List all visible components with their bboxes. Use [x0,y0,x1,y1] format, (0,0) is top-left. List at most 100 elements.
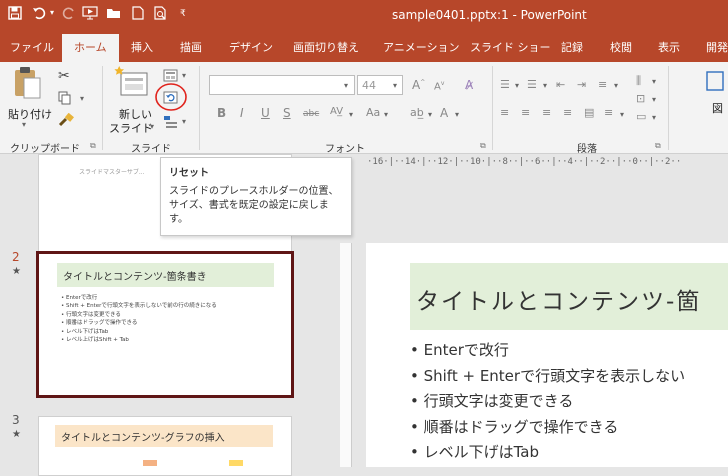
tab-review[interactable]: 校閲 [610,34,632,62]
tooltip-title: リセット [169,168,209,179]
tooltip-body: スライドのプレースホルダーの位置、サイズ、書式を既定の設定に戻します。 [169,186,339,225]
tab-home[interactable]: ホーム [62,34,119,62]
from-beginning-icon[interactable] [82,6,98,24]
tab-transitions[interactable]: 画面切り替え [293,34,359,62]
main-slide[interactable]: タイトルとコンテンツ-箇 • Enterで改行 • Shift + Enterで… [366,243,728,467]
change-case-dropdown-icon[interactable]: ▾ [384,110,388,119]
title-bar: ▾ ₹ sample0401.pptx:1 - PowerPoint [0,0,728,34]
save-icon[interactable] [8,6,22,24]
paste-label[interactable]: 貼り付け [8,106,52,122]
increase-indent-icon[interactable]: ⇥ [577,78,586,91]
main-slide-bullet: • 行頭文字は変更できる [410,392,574,411]
section-dropdown-icon[interactable]: ▾ [182,117,186,126]
main-slide-title-placeholder[interactable]: タイトルとコンテンツ-箇 [410,263,728,330]
font-launcher-icon[interactable]: ⧉ [480,141,486,151]
main-slide-body[interactable]: • Enterで改行 • Shift + Enterで行頭文字を表示しない • … [410,338,728,466]
customize-icon[interactable]: ₹ [180,9,186,19]
font-size-dropdown-icon[interactable]: ▾ [393,81,397,90]
bullets-dropdown-icon[interactable]: ▾ [515,81,519,90]
tab-design[interactable]: デザイン [229,34,273,62]
paste-button[interactable] [12,66,42,104]
columns-dropdown-icon[interactable]: ▾ [620,110,624,119]
strikethrough-icon[interactable]: abc [303,109,319,119]
char-spacing-icon[interactable]: AV̲ [330,106,343,117]
font-name-input[interactable] [209,75,355,95]
drawing-partial-label[interactable]: 図 [712,100,723,116]
tab-record[interactable]: 記録 [561,34,583,62]
reset-tooltip: リセット スライドのプレースホルダーの位置、サイズ、書式を既定の設定に戻します。 [160,157,352,236]
tab-file[interactable]: ファイル [10,34,54,62]
tab-slideshow[interactable]: スライド ショー [470,34,551,62]
tab-view[interactable]: 表示 [658,34,680,62]
separator [102,66,103,150]
redo-icon[interactable] [62,6,76,24]
clipboard-launcher-icon[interactable]: ⧉ [90,141,96,151]
columns-icon[interactable]: ≡ [604,106,613,119]
clear-format-icon[interactable]: A̷ [465,78,473,92]
new-icon[interactable] [132,6,144,24]
thumb-2-title-bg: タイトルとコンテンツ-箇条書き [57,263,274,287]
underline-icon[interactable]: U [261,106,270,120]
layout-dropdown-icon[interactable]: ▾ [182,71,186,80]
paragraph-launcher-icon[interactable]: ⧉ [655,141,661,151]
section-icon[interactable] [163,114,179,133]
window-title: sample0401.pptx:1 - PowerPoint [392,8,587,22]
new-slide-button[interactable] [114,66,150,106]
cut-icon[interactable]: ✂ [58,68,70,84]
align-text-dropdown-icon[interactable]: ▾ [652,95,656,104]
slide-thumbnail-3[interactable]: タイトルとコンテンツ-グラフの挿入 [38,416,292,476]
smartart-icon[interactable]: ▭ [636,110,646,123]
highlight-dropdown-icon[interactable]: ▾ [428,110,432,119]
main-slide-bullet: • レベル下げはTab [410,443,540,462]
justify-icon[interactable]: ≡ [563,106,572,119]
highlight-icon[interactable]: ab̲ [410,106,424,119]
undo-icon[interactable] [32,6,46,24]
smartart-dropdown-icon[interactable]: ▾ [652,113,656,122]
open-icon[interactable] [106,6,122,24]
numbering-dropdown-icon[interactable]: ▾ [543,81,547,90]
line-spacing-dropdown-icon[interactable]: ▾ [614,81,618,90]
paste-dropdown-icon[interactable]: ▾ [22,120,26,129]
shadow-icon[interactable]: S [283,106,291,120]
text-direction-icon[interactable]: ⫼ [636,74,641,88]
thumb-2-bullet: • レベル上げはShift + Tab [61,337,129,344]
numbering-icon[interactable]: ☰ [527,78,537,91]
distributed-icon[interactable]: ▤ [584,106,594,119]
tab-developer[interactable]: 開発 [706,34,728,62]
align-left-icon[interactable]: ≡ [500,106,509,119]
undo-dropdown-icon[interactable]: ▾ [50,8,54,17]
text-direction-dropdown-icon[interactable]: ▾ [652,77,656,86]
shapes-icon[interactable] [705,70,725,96]
align-center-icon[interactable]: ≡ [521,106,530,119]
change-case-icon[interactable]: Aa [366,106,380,119]
main-slide-bullet: • Shift + Enterで行頭文字を表示しない [410,366,686,385]
font-name-dropdown-icon[interactable]: ▾ [344,81,348,90]
font-color-icon[interactable]: A [440,106,448,120]
format-painter-icon[interactable] [58,112,74,131]
thumb-2-bullet: • 行頭文字は変更できる [61,311,121,318]
increase-font-icon[interactable]: A^ [412,78,425,92]
align-right-icon[interactable]: ≡ [542,106,551,119]
paragraph-group-label: 段落 [577,144,597,155]
decrease-indent-icon[interactable]: ⇤ [556,78,565,91]
tab-animations[interactable]: アニメーション [383,34,460,62]
font-color-dropdown-icon[interactable]: ▾ [455,110,459,119]
slide-number-2: 2 [12,250,20,264]
tab-draw[interactable]: 描画 [180,34,202,62]
line-spacing-icon[interactable]: ≡ [598,78,607,91]
align-text-icon[interactable]: ⊡ [636,92,645,105]
decrease-font-icon[interactable]: Av [434,80,444,92]
italic-icon[interactable]: I [240,106,244,120]
bullets-icon[interactable]: ☰ [500,78,510,91]
separator [668,66,669,150]
print-preview-icon[interactable] [154,6,168,24]
new-slide-dropdown-icon[interactable]: ▾ [150,122,154,131]
copy-dropdown-icon[interactable]: ▾ [80,94,84,103]
tab-insert[interactable]: 挿入 [131,34,153,62]
new-slide-label-line2[interactable]: スライド [109,120,153,136]
clipboard-group-label: クリップボード [10,144,80,155]
copy-icon[interactable] [58,90,72,109]
bold-icon[interactable]: B [217,106,226,120]
char-spacing-dropdown-icon[interactable]: ▾ [349,110,353,119]
slide-thumbnail-2[interactable]: タイトルとコンテンツ-箇条書き • Enterで改行 • Shift + Ent… [36,251,294,398]
